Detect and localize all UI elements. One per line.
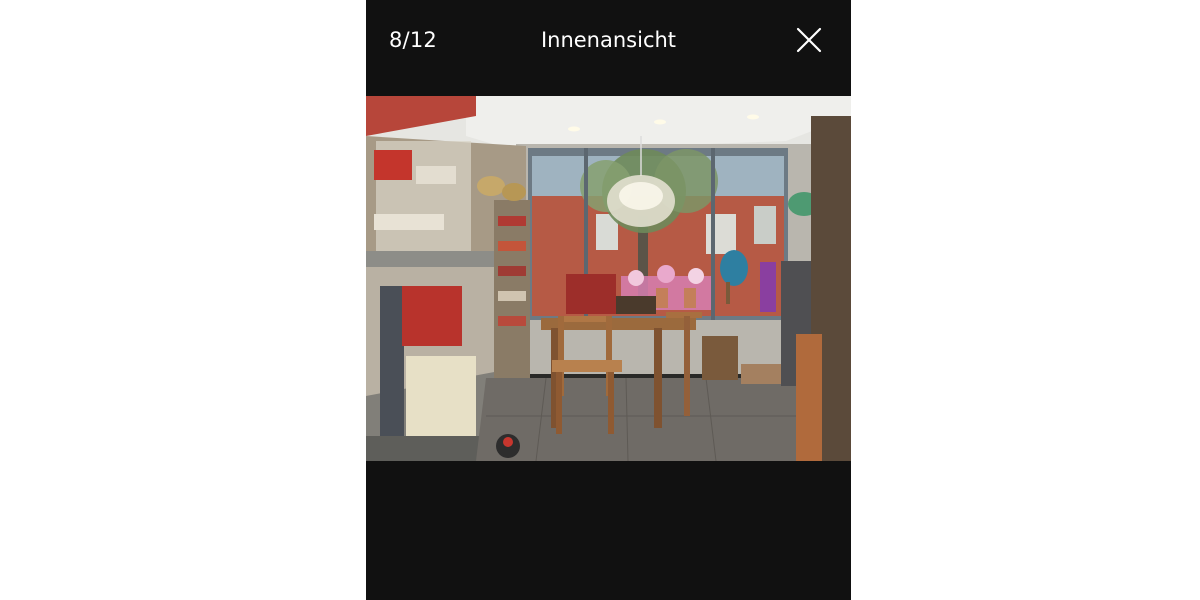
close-button[interactable] [794,25,824,55]
shop-interior-photo [366,96,851,461]
lightbox-header: 8/12 Innenansicht [366,0,851,80]
gallery-photo[interactable] [366,96,851,461]
image-lightbox: 8/12 Innenansicht [366,0,851,600]
image-title: Innenansicht [540,28,677,52]
close-icon [796,27,822,53]
